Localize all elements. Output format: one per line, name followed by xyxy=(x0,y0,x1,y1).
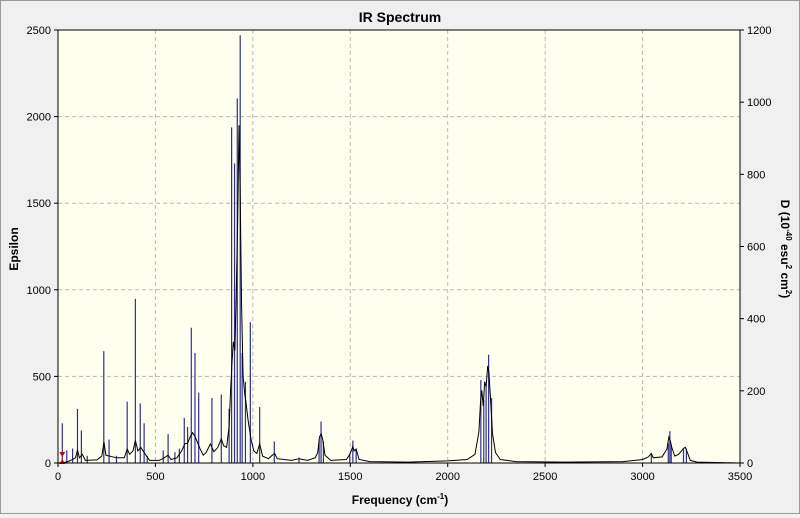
x-tick-label: 0 xyxy=(55,471,61,483)
x-tick-label: 3000 xyxy=(630,471,654,483)
chart-window: IR Spectrum 0 500 1000 1500 2000 2500 3000 3500… xyxy=(0,0,800,514)
x-tick-label: 2000 xyxy=(435,471,459,483)
y-left-tick-label: 500 xyxy=(33,371,51,383)
y-right-tick-label: 200 xyxy=(747,386,765,398)
y-left-tick-label: 1500 xyxy=(27,198,51,210)
y-axis-left: 0 500 1000 1500 2000 2500 xyxy=(27,25,58,470)
x-tick-label: 1000 xyxy=(241,471,265,483)
x-tick-label: 2500 xyxy=(533,471,557,483)
y-right-tick-label: 1000 xyxy=(747,97,771,109)
y-axis-left-label: Epsilon xyxy=(7,227,21,270)
x-axis: 0 500 1000 1500 2000 2500 3000 3500 xyxy=(55,463,752,483)
plot-area xyxy=(57,29,741,464)
y-right-tick-label: 1200 xyxy=(747,25,771,37)
y-left-tick-label: 0 xyxy=(45,458,51,470)
y-right-tick-label: 600 xyxy=(747,242,765,254)
y-right-tick-label: 0 xyxy=(747,458,753,470)
x-tick-label: 1500 xyxy=(338,471,362,483)
y-right-tick-label: 800 xyxy=(747,169,765,181)
y-left-tick-label: 2500 xyxy=(27,25,51,37)
x-axis-label: Frequency (cm-1) xyxy=(352,492,448,507)
y-left-tick-label: 1000 xyxy=(27,285,51,297)
ir-spectrum-chart: IR Spectrum 0 500 1000 1500 2000 2500 3000 3500… xyxy=(7,9,793,507)
y-right-tick-label: 400 xyxy=(747,314,765,326)
chart-title: IR Spectrum xyxy=(359,9,441,25)
x-tick-label: 3500 xyxy=(728,471,752,483)
y-axis-right-label: D (10-40 esu2 cm2) xyxy=(778,200,793,299)
y-axis-right: 0 200 400 600 800 1000 1200 xyxy=(740,25,771,470)
x-tick-label: 500 xyxy=(146,471,164,483)
plot-background xyxy=(58,30,740,463)
y-left-tick-label: 2000 xyxy=(27,112,51,124)
